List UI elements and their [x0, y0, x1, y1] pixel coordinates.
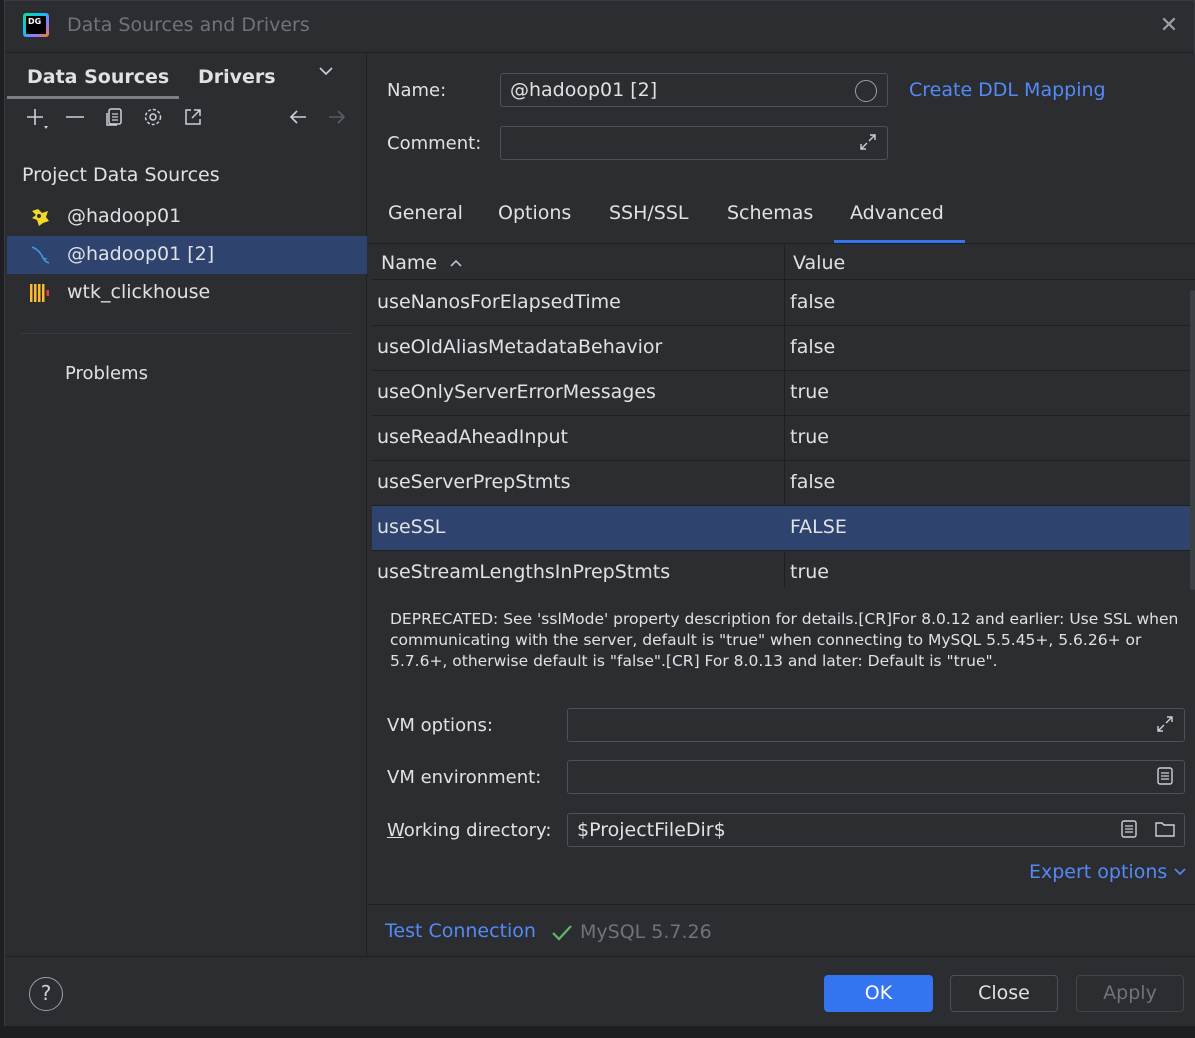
create-ddl-mapping-link[interactable]: Create DDL Mapping — [909, 79, 1106, 101]
forward-arrow-icon[interactable] — [323, 106, 351, 136]
tab-ssh-ssl[interactable]: SSH/SSL — [609, 202, 689, 224]
table-row[interactable]: useOnlyServerErrorMessages true — [372, 371, 1192, 416]
data-source-item-wtk-clickhouse[interactable]: wtk_clickhouse — [7, 274, 367, 312]
active-tab-underline — [834, 240, 965, 243]
back-arrow-icon[interactable] — [284, 106, 312, 136]
tab-general[interactable]: General — [388, 202, 463, 224]
tab-drivers[interactable]: Drivers — [198, 66, 276, 88]
remove-icon[interactable] — [61, 106, 89, 136]
checkmark-icon — [550, 922, 574, 949]
document-list-icon[interactable] — [1118, 819, 1140, 841]
table-row[interactable]: useServerPrepStmts false — [372, 461, 1192, 506]
table-row[interactable]: useOldAliasMetadataBehavior false — [372, 326, 1192, 371]
add-icon[interactable] — [23, 106, 51, 136]
table-row[interactable]: useReadAheadInput true — [372, 416, 1192, 461]
mysql-icon — [29, 244, 51, 266]
vm-environment-label: VM environment: — [387, 767, 542, 788]
column-header-name[interactable]: Name — [381, 252, 463, 274]
chevron-down-icon — [1173, 861, 1187, 883]
data-source-item-hadoop01-2[interactable]: @hadoop01 [2] — [7, 236, 367, 274]
tab-options[interactable]: Options — [498, 202, 571, 224]
name-input[interactable]: @hadoop01 [2] — [500, 73, 888, 107]
advanced-properties-table: Name Value useNanosForElapsedTime false … — [372, 245, 1195, 590]
table-row-selected[interactable]: useSSL FALSE — [372, 506, 1192, 551]
color-circle-icon[interactable] — [855, 80, 877, 102]
property-description: DEPRECATED: See 'sslMode' property descr… — [390, 610, 1179, 670]
table-row[interactable]: useStreamLengthsInPrepStmts true — [372, 551, 1192, 596]
sort-ascending-icon — [449, 257, 463, 273]
data-source-item-hadoop01[interactable]: @hadoop01 — [7, 198, 367, 236]
left-tabs: Data Sources Drivers — [5, 54, 367, 100]
left-divider — [21, 333, 351, 334]
table-scrollbar[interactable] — [1190, 290, 1195, 590]
tab-schemas[interactable]: Schemas — [727, 202, 813, 224]
expand-icon[interactable] — [1154, 714, 1176, 736]
duplicate-icon[interactable] — [100, 106, 128, 136]
window-title: Data Sources and Drivers — [67, 14, 310, 36]
working-directory-input[interactable]: $ProjectFileDir$ — [567, 813, 1185, 847]
document-list-icon[interactable] — [1154, 766, 1176, 788]
apply-button[interactable]: Apply — [1076, 975, 1184, 1012]
clickhouse-icon — [29, 282, 51, 304]
left-panel: Data Sources Drivers Project Data Source… — [5, 54, 367, 956]
close-button[interactable]: Close — [950, 975, 1058, 1012]
expert-options-link[interactable]: Expert options — [1029, 861, 1187, 883]
project-data-sources-heading: Project Data Sources — [22, 164, 220, 186]
table-row[interactable]: useNanosForElapsedTime false — [372, 281, 1192, 326]
datagrip-logo-icon: DG — [23, 13, 49, 37]
hive-icon — [29, 206, 51, 228]
dialog-footer: ? OK Close Apply — [5, 956, 1195, 1026]
settings-tabs: General Options SSH/SSL Schemas Advanced — [368, 194, 1195, 244]
tab-advanced[interactable]: Advanced — [850, 202, 944, 224]
column-header-value[interactable]: Value — [793, 252, 845, 274]
problems-item[interactable]: Problems — [65, 363, 148, 384]
tab-underline — [7, 96, 179, 99]
vm-environment-input[interactable] — [567, 760, 1185, 794]
data-sources-dialog: DG Data Sources and Drivers ✕ Data Sourc… — [4, 0, 1195, 1026]
vm-options-input[interactable] — [567, 708, 1185, 742]
working-directory-label: Working directory: — [387, 820, 552, 841]
test-connection-link[interactable]: Test Connection — [385, 920, 536, 942]
left-toolbar — [5, 106, 367, 142]
chevron-down-icon[interactable] — [317, 62, 335, 85]
title-bar: DG Data Sources and Drivers ✕ — [5, 1, 1194, 53]
vm-options-label: VM options: — [387, 715, 493, 736]
right-panel: Name: @hadoop01 [2] Create DDL Mapping C… — [368, 54, 1195, 956]
export-icon[interactable] — [179, 106, 207, 136]
tab-data-sources[interactable]: Data Sources — [27, 66, 169, 88]
ok-button[interactable]: OK — [824, 975, 933, 1012]
close-window-icon[interactable]: ✕ — [1154, 11, 1184, 41]
section-separator — [368, 904, 1195, 905]
folder-icon[interactable] — [1154, 819, 1176, 841]
connection-status: MySQL 5.7.26 — [580, 921, 712, 943]
expand-icon[interactable] — [857, 132, 879, 154]
comment-input[interactable] — [500, 126, 888, 160]
comment-label: Comment: — [387, 133, 482, 154]
name-label: Name: — [387, 80, 447, 101]
help-icon[interactable]: ? — [29, 977, 63, 1011]
settings-gear-icon[interactable] — [139, 106, 167, 136]
